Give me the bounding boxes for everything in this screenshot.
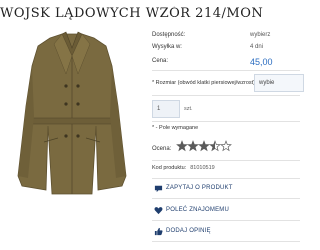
quantity-input[interactable]: 1 bbox=[152, 100, 180, 118]
divider bbox=[152, 70, 300, 71]
ask-about-product-label: ZAPYTAJ O PRODUKT bbox=[166, 185, 233, 191]
divider bbox=[152, 121, 300, 122]
recommend-button[interactable]: POLEĆ ZNAJOMEMU bbox=[152, 205, 300, 217]
price-value: 45,00 bbox=[250, 57, 273, 67]
product-title: WOJSK LĄDOWYCH WZÓR 214/MON bbox=[0, 6, 264, 21]
rating-star[interactable] bbox=[187, 140, 199, 152]
rating-label: Ocena: bbox=[152, 146, 172, 152]
recommend-label: POLEĆ ZNAJOMEMU bbox=[166, 207, 230, 213]
product-code: Kod produktu: 81010519 bbox=[152, 165, 215, 171]
add-review-button[interactable]: DODAJ OPINIĘ bbox=[152, 226, 300, 238]
price-label: Cena: bbox=[152, 58, 169, 64]
shipping-value: 4 dni bbox=[250, 44, 264, 50]
required-note: * - Pole wymagane bbox=[152, 125, 199, 131]
shipping-label: Wysyłka w: bbox=[152, 44, 182, 50]
divider bbox=[152, 160, 300, 161]
heart-icon bbox=[154, 207, 163, 215]
quantity-unit: szt. bbox=[184, 106, 193, 112]
availability-label: Dostępność: bbox=[152, 32, 186, 38]
size-option-label: * Rozmiar (obwód klatki piersiowej/wzros… bbox=[152, 80, 257, 86]
ask-about-product-button[interactable]: ZAPYTAJ O PRODUKT bbox=[152, 183, 300, 195]
rating-star[interactable] bbox=[209, 140, 221, 152]
availability-value: wybierz bbox=[250, 32, 271, 38]
shipping-row: Wysyłka w: 4 dni bbox=[152, 44, 300, 54]
thumbs-up-icon bbox=[154, 227, 163, 236]
availability-row: Dostępność: wybierz bbox=[152, 32, 300, 42]
chat-icon bbox=[154, 185, 163, 193]
product-image[interactable] bbox=[0, 26, 144, 196]
divider bbox=[152, 178, 300, 179]
divider bbox=[152, 241, 300, 242]
product-code-value: 81010519 bbox=[190, 165, 215, 171]
rating-star[interactable] bbox=[198, 140, 210, 152]
divider bbox=[152, 220, 300, 221]
divider bbox=[152, 198, 300, 199]
rating-star[interactable] bbox=[220, 140, 232, 152]
product-code-label: Kod produktu: bbox=[152, 165, 187, 171]
rating-star[interactable] bbox=[176, 140, 188, 152]
size-select[interactable]: wybie bbox=[254, 74, 304, 92]
price-row: Cena: bbox=[152, 58, 300, 68]
rating-stars[interactable] bbox=[176, 140, 236, 152]
add-review-label: DODAJ OPINIĘ bbox=[166, 228, 211, 234]
divider bbox=[152, 95, 300, 96]
